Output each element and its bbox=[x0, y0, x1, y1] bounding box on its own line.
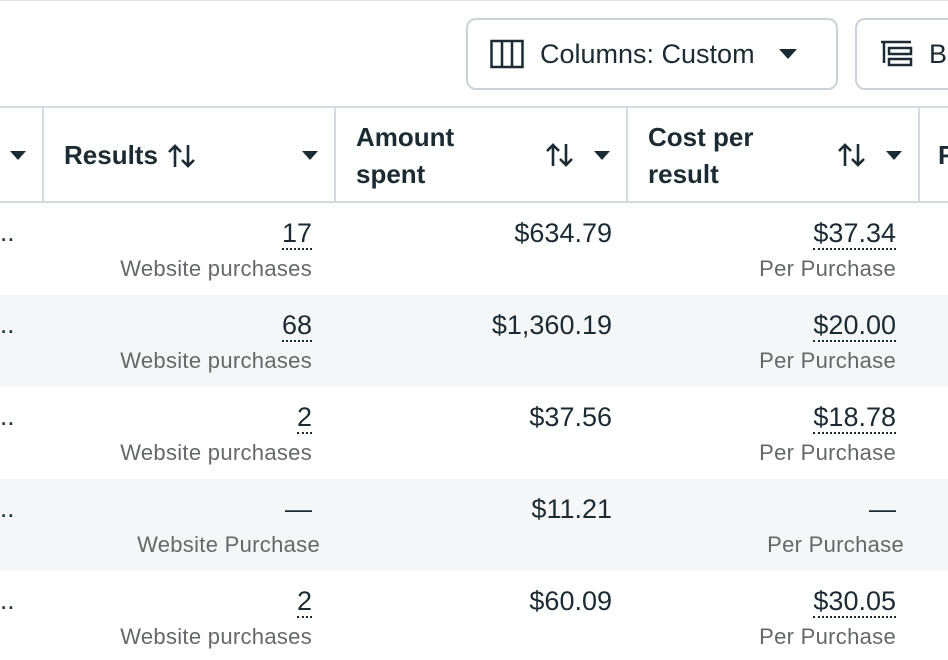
header-amount-line1: Amount bbox=[356, 121, 455, 152]
sort-icon[interactable] bbox=[544, 141, 578, 169]
results-subtext: Website purchases bbox=[120, 256, 312, 281]
truncated-cell: .. bbox=[0, 493, 15, 523]
results-cell: 2 Website purchases bbox=[120, 401, 312, 467]
results-subtext: Website Purchase bbox=[137, 532, 320, 557]
table-row[interactable]: .. 2 Website purchases $60.09 $30.05 Per… bbox=[0, 571, 948, 660]
results-value[interactable]: 17 bbox=[281, 218, 312, 250]
truncated-cell: .. bbox=[0, 217, 15, 247]
cost-per-result-cell: $20.00 Per Purchase bbox=[759, 309, 896, 375]
amount-spent-value: $37.56 bbox=[529, 402, 612, 432]
columns-button[interactable]: Columns: Custom bbox=[466, 18, 838, 90]
column-divider[interactable] bbox=[334, 108, 336, 203]
dropdown-caret-icon[interactable] bbox=[10, 151, 26, 160]
truncated-cell: .. bbox=[0, 585, 15, 615]
dropdown-caret-icon[interactable] bbox=[302, 151, 318, 160]
results-value: — bbox=[285, 494, 312, 524]
amount-spent-value: $634.79 bbox=[514, 218, 612, 248]
header-amount-spent[interactable]: Amount spent bbox=[356, 108, 626, 203]
cost-per-result-value[interactable]: $20.00 bbox=[813, 310, 896, 342]
results-value[interactable]: 2 bbox=[296, 402, 312, 434]
amount-spent-value: $1,360.19 bbox=[491, 310, 612, 340]
amount-spent-cell: $60.09 bbox=[529, 585, 612, 617]
cost-per-result-value: — bbox=[869, 494, 896, 524]
header-cost-per-result[interactable]: Cost per result bbox=[648, 108, 918, 203]
amount-spent-cell: $37.56 bbox=[529, 401, 612, 433]
cost-per-result-value[interactable]: $18.78 bbox=[813, 402, 896, 434]
breakdown-icon bbox=[881, 40, 913, 67]
amount-spent-cell: $11.21 bbox=[531, 493, 612, 525]
columns-button-label: Columns: Custom bbox=[540, 38, 755, 69]
cost-per-result-value[interactable]: $30.05 bbox=[813, 586, 896, 618]
column-divider[interactable] bbox=[42, 108, 44, 203]
results-cell: 17 Website purchases bbox=[120, 217, 312, 283]
chevron-down-icon bbox=[778, 49, 797, 59]
header-amount-label: Amount spent bbox=[356, 119, 454, 193]
header-cost-label: Cost per result bbox=[648, 119, 753, 193]
columns-icon bbox=[490, 39, 524, 69]
table-row[interactable]: .. 2 Website purchases $37.56 $18.78 Per… bbox=[0, 387, 948, 479]
sort-icon[interactable] bbox=[166, 142, 200, 170]
header-next-label: F bbox=[938, 140, 948, 170]
results-subtext: Website purchases bbox=[120, 348, 312, 373]
cost-per-result-cell: $30.05 Per Purchase bbox=[759, 585, 896, 651]
toolbar: Columns: Custom B bbox=[0, 0, 948, 106]
table-row[interactable]: .. — Website Purchase $11.21 — Per Purch… bbox=[0, 479, 948, 571]
results-value[interactable]: 68 bbox=[281, 310, 312, 342]
results-cell: 68 Website purchases bbox=[120, 309, 312, 375]
cost-subtext: Per Purchase bbox=[759, 440, 896, 465]
truncated-cell: .. bbox=[0, 309, 15, 339]
dropdown-caret-icon[interactable] bbox=[594, 151, 610, 160]
table-header: Results Amount spent Cost per result F bbox=[0, 106, 948, 203]
header-amount-line2: spent bbox=[356, 158, 426, 189]
cost-subtext: Per Purchase bbox=[759, 256, 896, 281]
column-divider[interactable] bbox=[626, 108, 628, 203]
header-cost-line2: result bbox=[648, 158, 719, 189]
results-subtext: Website purchases bbox=[120, 440, 312, 465]
results-subtext: Website purchases bbox=[120, 624, 312, 649]
amount-spent-value: $11.21 bbox=[531, 494, 612, 524]
cost-per-result-value[interactable]: $37.34 bbox=[813, 218, 896, 250]
dropdown-caret-icon[interactable] bbox=[886, 151, 902, 160]
cost-subtext: Per Purchase bbox=[759, 348, 896, 373]
header-results[interactable]: Results bbox=[64, 108, 334, 203]
column-divider[interactable] bbox=[918, 108, 920, 203]
amount-spent-value: $60.09 bbox=[529, 586, 612, 616]
results-cell: — Website Purchase bbox=[137, 493, 320, 559]
breakdown-button-label: B bbox=[929, 38, 948, 69]
truncated-cell: .. bbox=[0, 401, 15, 431]
header-results-label: Results bbox=[64, 140, 158, 170]
header-cost-line1: Cost per bbox=[648, 121, 754, 152]
cost-subtext: Per Purchase bbox=[767, 532, 904, 557]
cost-per-result-cell: $37.34 Per Purchase bbox=[759, 217, 896, 283]
cost-per-result-cell: $18.78 Per Purchase bbox=[759, 401, 896, 467]
cost-subtext: Per Purchase bbox=[759, 624, 896, 649]
cost-per-result-cell: — Per Purchase bbox=[767, 493, 904, 559]
results-cell: 2 Website purchases bbox=[120, 585, 312, 651]
amount-spent-cell: $634.79 bbox=[514, 217, 612, 249]
table-row[interactable]: .. 68 Website purchases $1,360.19 $20.00… bbox=[0, 295, 948, 387]
amount-spent-cell: $1,360.19 bbox=[492, 309, 612, 341]
header-next-partial[interactable]: F bbox=[938, 108, 948, 203]
results-value[interactable]: 2 bbox=[296, 586, 312, 618]
table-row[interactable]: .. 17 Website purchases $634.79 $37.34 P… bbox=[0, 203, 948, 295]
sort-icon[interactable] bbox=[836, 141, 870, 169]
breakdown-button[interactable]: B bbox=[855, 18, 948, 90]
